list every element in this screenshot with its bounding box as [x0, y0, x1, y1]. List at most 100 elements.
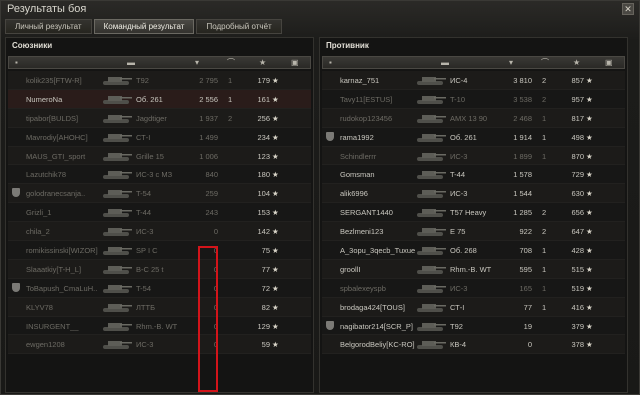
player-name: Mavrodiy[AHOHC] — [26, 132, 88, 142]
xp-star-icon: ★ — [272, 151, 279, 161]
tank-name: Rhm.-B. WT — [136, 321, 178, 331]
tank-name: ИС-3 — [450, 189, 468, 199]
xp-star-icon: ★ — [272, 132, 279, 142]
table-row[interactable]: nagibator214[SCR_P] T92 19 379 ★ — [322, 316, 625, 336]
frags-value: 1 — [542, 113, 547, 123]
table-row[interactable]: Schindlerrr ИС-3 1 899 1 870 ★ — [322, 146, 625, 166]
enemies-panel: Противник ▪ ▬ ▾ ⌒ ★ ▣ karnaz_751 ИС-4 3 81… — [319, 37, 628, 393]
xp-star-icon: ★ — [586, 76, 593, 85]
xp-star-icon: ★ — [586, 151, 593, 161]
xp-star-icon[interactable]: ★ — [573, 58, 580, 68]
table-row[interactable]: groollI Rhm.-B. WT 595 1 515 ★ — [322, 259, 625, 279]
table-row[interactable]: Gomsman T-44 1 578 729 ★ — [322, 165, 625, 185]
tank-name: ИС-3 — [450, 151, 468, 161]
tank-icon[interactable]: ▬ — [441, 58, 449, 68]
xp-value: 428 — [571, 246, 584, 256]
frags-value: 2 — [228, 113, 233, 123]
xp-star-icon: ★ — [272, 321, 279, 331]
xp-value: 180 — [257, 170, 270, 180]
xp-star-icon: ★ — [272, 208, 279, 218]
player-name: BelgorodBeliy[KC-RO] — [340, 340, 415, 350]
frags-value: 2 — [542, 227, 547, 237]
table-row[interactable]: rama1992 Об. 261 1 914 1 498 ★ — [322, 127, 625, 147]
player-name: rudokop123456 — [340, 113, 393, 123]
damage-value: 0 — [527, 340, 532, 350]
table-row[interactable]: karnaz_751 ИС-4 3 810 2 857 ★ — [322, 71, 625, 90]
table-row[interactable]: KLYV78 ЛТТБ 0 82 ★ — [8, 297, 311, 317]
xp-value: 729 — [571, 170, 584, 180]
tab-detailed-report[interactable]: Подробный отчёт — [196, 19, 282, 34]
player-name: nagibator214[SCR_P] — [340, 321, 413, 331]
tank-name: Об. 268 — [450, 246, 477, 256]
tank-icon — [417, 341, 446, 350]
tank-name: E 75 — [450, 227, 466, 237]
damage-sort-icon[interactable]: ▾ — [195, 58, 199, 68]
xp-star-icon: ★ — [586, 340, 593, 350]
table-row[interactable]: kolik235[FTW-R] T92 2 795 1 179 ★ — [8, 71, 311, 90]
damage-sort-icon[interactable]: ▾ — [509, 58, 513, 68]
table-row[interactable]: Slaaatkiy[T-H_L] B-C 25 t 0 77 ★ — [8, 259, 311, 279]
damage-value: 1 899 — [513, 151, 532, 161]
tank-name: СТ-I — [136, 132, 151, 142]
player-name: golodranecsanja.. — [26, 189, 86, 199]
tank-icon — [103, 341, 132, 350]
table-row[interactable]: romikissinski[WIZOR] SP I C 0 75 ★ — [8, 241, 311, 260]
player-name: Schindlerrr — [340, 151, 377, 161]
xp-star-icon: ★ — [272, 189, 279, 199]
table-row[interactable]: golodranecsanja.. T-54 259 104 ★ — [8, 184, 311, 204]
title-bar: Результаты боя ✕ — [1, 1, 639, 17]
table-row[interactable]: Grizli_1 T-44 243 153 ★ — [8, 203, 311, 223]
squad-icon[interactable]: ▣ — [291, 58, 299, 68]
close-icon[interactable]: ✕ — [622, 3, 634, 15]
table-row[interactable]: chila_2 ИС-3 0 142 ★ — [8, 222, 311, 242]
table-row[interactable]: spbalexeyspb ИС-3 165 1 519 ★ — [322, 278, 625, 298]
table-row[interactable]: alik6996 ИС-3 1 544 630 ★ — [322, 184, 625, 204]
clan-badge-icon — [12, 282, 20, 292]
tab-personal-result[interactable]: Личный результат — [5, 19, 92, 34]
table-row[interactable]: Bezlmeni123 E 75 922 2 647 ★ — [322, 222, 625, 242]
allies-panel: Союзники ▪ ▬ ▾ ⌒ ★ ▣ kolik235[FTW-R] T92 2… — [5, 37, 314, 393]
xp-star-icon: ★ — [272, 113, 279, 123]
table-row[interactable]: ToBapush_CmaLuH.. T-54 0 72 ★ — [8, 278, 311, 298]
damage-value: 1 544 — [513, 189, 532, 199]
table-row[interactable]: SERGANT1440 T57 Heavy 1 285 2 656 ★ — [322, 203, 625, 223]
table-row[interactable]: NumeroNa Об. 261 2 556 1 161 ★ — [8, 89, 311, 109]
tab-team-result[interactable]: Командный результат — [93, 19, 195, 34]
frags-icon[interactable]: ⌒ — [541, 58, 549, 68]
table-row[interactable]: Lazutchik78 ИС-3 с МЗ 840 180 ★ — [8, 165, 311, 185]
xp-star-icon: ★ — [586, 246, 593, 256]
tank-name: Grille 15 — [136, 151, 164, 161]
table-row[interactable]: ewgen1208 ИС-3 0 59 ★ — [8, 335, 311, 355]
frags-icon[interactable]: ⌒ — [227, 58, 235, 68]
table-row[interactable]: Mavrodiy[AHOHC] СТ-I 1 499 234 ★ — [8, 127, 311, 147]
xp-value: 129 — [257, 321, 270, 331]
player-name: A_3opu_3qecb_Tuxue — [340, 246, 416, 256]
table-row[interactable]: INSURGENT__ Rhm.-B. WT 0 129 ★ — [8, 316, 311, 336]
xp-value: 656 — [571, 208, 584, 218]
damage-value: 0 — [213, 227, 218, 237]
table-row[interactable]: Tavy11[ESTUS] T-10 3 538 2 957 ★ — [322, 89, 625, 109]
tank-icon[interactable]: ▬ — [127, 58, 135, 68]
table-row[interactable]: BelgorodBeliy[KC-RO] КВ-4 0 378 ★ — [322, 335, 625, 355]
clan-badge-icon — [326, 320, 334, 330]
window-title: Результаты боя — [7, 3, 87, 15]
table-row[interactable]: rudokop123456 AMX 13 90 2 468 1 817 ★ — [322, 108, 625, 128]
xp-star-icon: ★ — [272, 264, 279, 274]
xp-value: 142 — [257, 227, 270, 237]
badge-icon[interactable]: ▪ — [15, 58, 18, 68]
table-row[interactable]: tipabor[BULDS] Jagdtiger 1 937 2 256 ★ — [8, 108, 311, 128]
squad-icon[interactable]: ▣ — [605, 58, 613, 68]
tank-icon — [103, 152, 132, 161]
xp-star-icon[interactable]: ★ — [259, 58, 266, 68]
table-row[interactable]: brodaga424[TOUS] СТ-I 77 1 416 ★ — [322, 297, 625, 317]
xp-value: 77 — [261, 264, 270, 274]
badge-icon[interactable]: ▪ — [329, 58, 332, 68]
xp-value: 179 — [257, 76, 270, 85]
table-row[interactable]: A_3opu_3qecb_Tuxue Об. 268 708 1 428 ★ — [322, 241, 625, 260]
tank-icon — [417, 152, 446, 161]
player-name: chila_2 — [26, 227, 50, 237]
player-name: groollI — [340, 264, 361, 274]
player-name: Tavy11[ESTUS] — [340, 94, 393, 104]
table-row[interactable]: MAUS_GTI_sport Grille 15 1 006 123 ★ — [8, 146, 311, 166]
tank-icon — [103, 77, 132, 85]
